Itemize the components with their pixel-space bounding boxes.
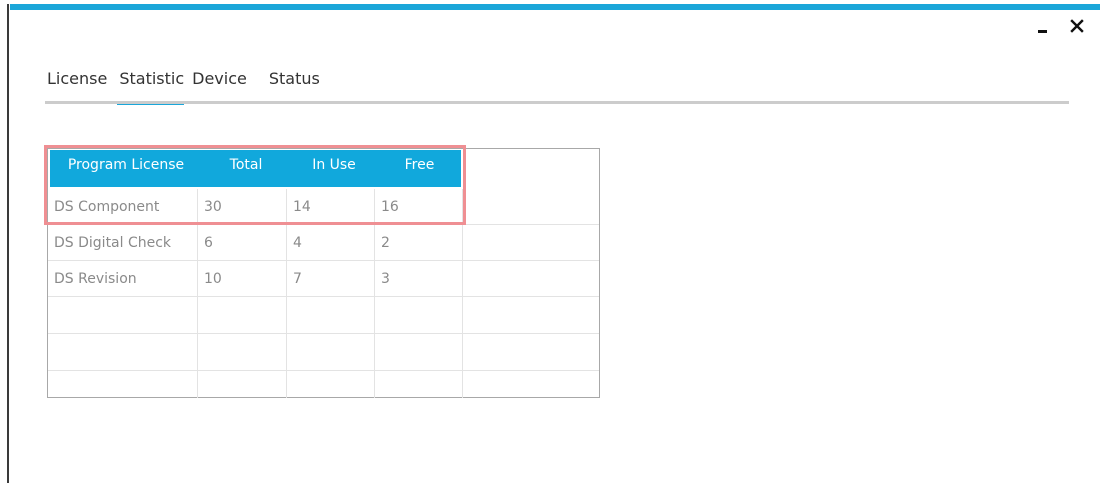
close-button[interactable]: [1064, 12, 1090, 40]
cell-empty: [463, 225, 599, 260]
cell-empty: [198, 334, 287, 370]
close-icon: [1070, 19, 1084, 33]
window-top-accent-bar: [10, 4, 1100, 10]
cell-empty: [198, 371, 287, 398]
table-row[interactable]: DS Revision 10 7 3: [48, 261, 599, 297]
cell-empty: [375, 334, 463, 370]
tab-strip-divider: [45, 101, 1069, 104]
table-header-row: Program License Total In Use Free: [50, 150, 461, 187]
minimize-button[interactable]: [1030, 12, 1056, 40]
tab-statistic[interactable]: Statistic: [117, 68, 184, 105]
column-header-total[interactable]: Total: [202, 150, 290, 187]
cell-program-license: DS Component: [48, 189, 198, 224]
table-body: DS Component 30 14 16 DS Digital Check 6…: [48, 189, 599, 398]
window-left-border: [7, 4, 9, 483]
cell-empty: [463, 261, 599, 296]
cell-empty: [198, 297, 287, 333]
cell-empty: [287, 334, 375, 370]
tab-bar: License Statistic Device Status: [47, 68, 320, 105]
cell-total: 30: [198, 189, 287, 224]
cell-total: 10: [198, 261, 287, 296]
minimize-icon: [1038, 30, 1047, 33]
cell-empty: [375, 297, 463, 333]
table-row[interactable]: DS Component 30 14 16: [48, 189, 599, 225]
tab-device[interactable]: Device: [192, 68, 247, 102]
cell-empty: [287, 371, 375, 398]
empty-table-row: [48, 371, 599, 398]
cell-total: 6: [198, 225, 287, 260]
tab-license[interactable]: License: [47, 68, 107, 102]
tab-status[interactable]: Status: [269, 68, 320, 102]
cell-program-license: DS Revision: [48, 261, 198, 296]
cell-empty: [463, 189, 599, 224]
cell-free: 16: [375, 189, 463, 224]
table-row[interactable]: DS Digital Check 6 4 2: [48, 225, 599, 261]
cell-free: 2: [375, 225, 463, 260]
cell-free: 3: [375, 261, 463, 296]
cell-in-use: 14: [287, 189, 375, 224]
statistic-table: Program License Total In Use Free DS Com…: [47, 148, 600, 398]
cell-empty: [48, 334, 198, 370]
cell-empty: [463, 334, 599, 370]
cell-in-use: 4: [287, 225, 375, 260]
cell-empty: [375, 371, 463, 398]
cell-program-license: DS Digital Check: [48, 225, 198, 260]
column-header-program-license[interactable]: Program License: [50, 150, 202, 187]
empty-table-row: [48, 334, 599, 371]
column-header-free[interactable]: Free: [378, 150, 461, 187]
cell-in-use: 7: [287, 261, 375, 296]
empty-table-row: [48, 297, 599, 334]
cell-empty: [463, 297, 599, 333]
license-window: License Statistic Device Status Program …: [0, 0, 1100, 483]
cell-empty: [48, 371, 198, 398]
cell-empty: [463, 371, 599, 398]
column-header-in-use[interactable]: In Use: [290, 150, 378, 187]
cell-empty: [48, 297, 198, 333]
cell-empty: [287, 297, 375, 333]
